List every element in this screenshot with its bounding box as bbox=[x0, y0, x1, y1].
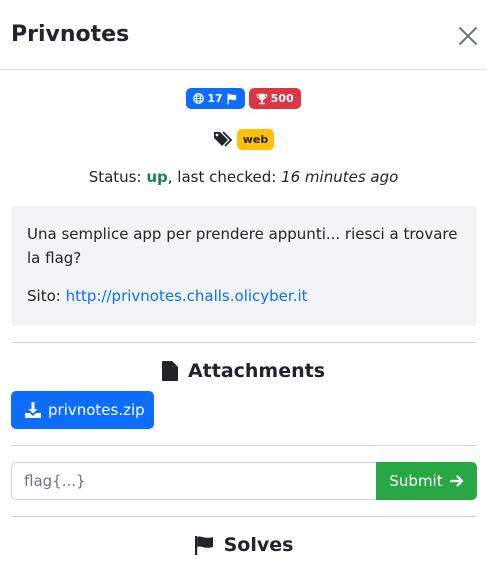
arrow-right-icon bbox=[449, 475, 463, 487]
solves-count: 17 bbox=[207, 92, 223, 105]
status-label: Status: bbox=[88, 168, 142, 186]
download-icon bbox=[25, 402, 41, 418]
flag-icon bbox=[227, 93, 236, 104]
last-checked-time: 16 minutes ago bbox=[281, 168, 399, 186]
divider bbox=[11, 445, 477, 446]
attachment-filename: privnotes.zip bbox=[48, 401, 145, 419]
last-checked-label: , last checked: bbox=[167, 168, 277, 186]
tag-badge[interactable]: web bbox=[236, 128, 275, 150]
flag-input[interactable] bbox=[11, 462, 377, 500]
globe-icon bbox=[193, 93, 205, 104]
site-line: Sito: http://privnotes.challs.olicyber.i… bbox=[27, 284, 461, 308]
attachments-heading: Attachments bbox=[0, 357, 487, 385]
points-badge: 500 bbox=[248, 88, 301, 109]
submit-label: Submit bbox=[389, 472, 443, 490]
submit-button[interactable]: Submit bbox=[376, 462, 477, 500]
attachments-title: Attachments bbox=[187, 360, 326, 382]
file-icon bbox=[161, 361, 178, 381]
modal-header: Privnotes bbox=[0, 0, 487, 70]
flag-icon bbox=[194, 536, 213, 555]
site-label: Sito: bbox=[27, 287, 61, 305]
download-attachment-button[interactable]: privnotes.zip bbox=[11, 391, 154, 429]
tags-icon bbox=[213, 131, 233, 147]
divider bbox=[11, 516, 477, 517]
solves-title: Solves bbox=[223, 534, 294, 556]
status-value: up bbox=[146, 168, 168, 186]
description-box: Una semplice app per prendere appunti...… bbox=[11, 206, 477, 326]
tags-row: web bbox=[0, 127, 487, 151]
site-link[interactable]: http://privnotes.challs.olicyber.it bbox=[66, 287, 308, 305]
divider bbox=[11, 342, 477, 343]
trophy-icon bbox=[256, 93, 268, 104]
close-icon[interactable] bbox=[456, 24, 480, 48]
stats-badges: 17 500 bbox=[0, 88, 487, 110]
status-line: Status: up, last checked: 16 minutes ago bbox=[0, 166, 487, 188]
modal-title: Privnotes bbox=[11, 22, 130, 47]
description-text: Una semplice app per prendere appunti...… bbox=[27, 225, 458, 267]
solves-heading: Solves bbox=[0, 531, 487, 559]
points-value: 500 bbox=[270, 92, 294, 105]
solves-badge: 17 bbox=[186, 88, 245, 109]
